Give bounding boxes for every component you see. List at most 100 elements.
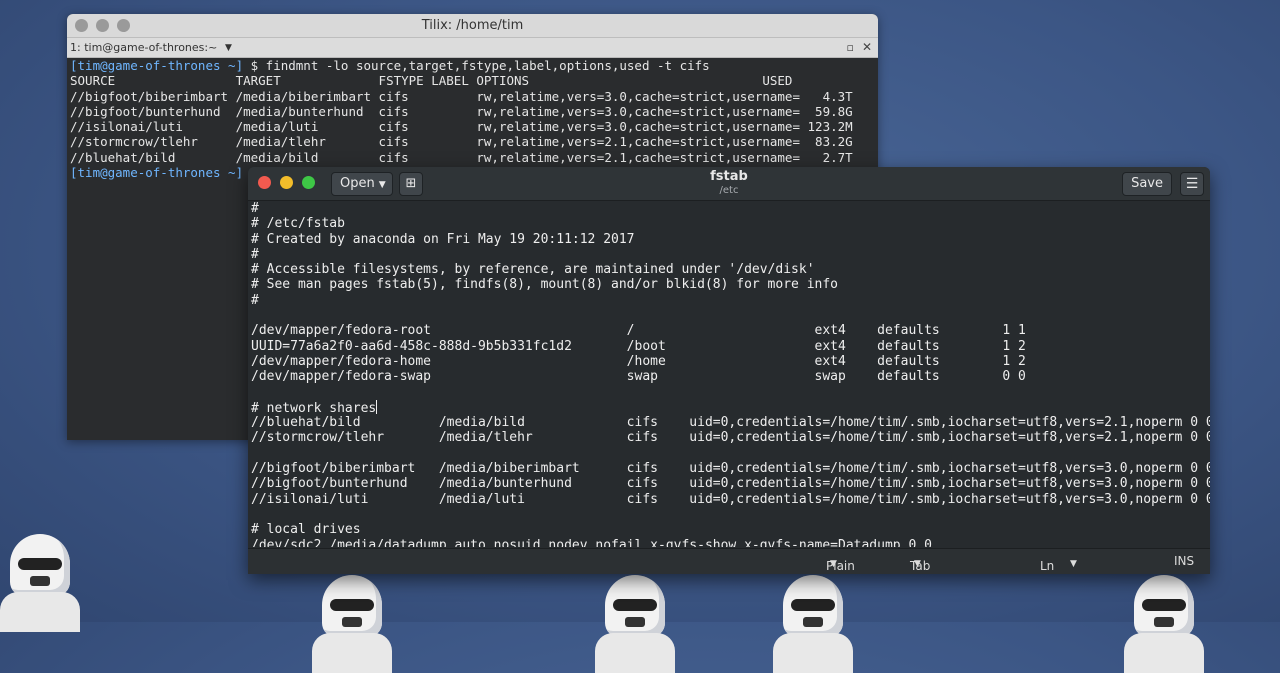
session-title[interactable]: 1: tim@game-of-thrones:~ bbox=[70, 41, 217, 54]
editor-line-text: //bluehat/bild /media/bild cifs uid=0,cr… bbox=[251, 415, 1210, 431]
editor-line: //bluehat/bild /media/bild cifs uid=0,cr… bbox=[251, 415, 1210, 430]
editor-line: //bigfoot/bunterhund /media/bunterhund c… bbox=[251, 476, 1210, 491]
stormtrooper-decoration bbox=[312, 575, 392, 673]
editor-line: # /etc/fstab bbox=[251, 216, 1210, 231]
shell-prompt: [tim@game-of-thrones ~] bbox=[70, 58, 244, 73]
editor-line-text: # Accessible filesystems, by reference, … bbox=[251, 262, 815, 278]
stormtrooper-decoration bbox=[595, 575, 675, 673]
terminal-line-text: //bigfoot/biberimbart /media/biberimbart… bbox=[70, 88, 853, 104]
document-path: /etc bbox=[719, 185, 739, 196]
terminal-line: //bluehat/bild /media/bild cifs rw,relat… bbox=[70, 150, 875, 165]
editor-line-text: # bbox=[251, 292, 259, 308]
editor-line: /dev/sdc2 /media/datadump auto nosuid,no… bbox=[251, 538, 1210, 547]
cursor-position-label: Ln 14, Col 17 bbox=[1040, 559, 1059, 574]
terminal-line: //bigfoot/bunterhund /media/bunterhund c… bbox=[70, 104, 875, 119]
editor-line: /dev/mapper/fedora-swap swap swap defaul… bbox=[251, 369, 1210, 384]
terminal-line-text: //stormcrow/tlehr /media/tlehr cifs rw,r… bbox=[70, 134, 853, 150]
editor-line: /dev/mapper/fedora-root / ext4 defaults … bbox=[251, 323, 1210, 338]
gedit-headerbar[interactable]: Open ▼ ⊞ fstab /etc Save ☰ bbox=[248, 167, 1210, 201]
visor-shape bbox=[330, 599, 374, 611]
tilix-titlebar[interactable]: Tilix: /home/tim bbox=[67, 14, 878, 38]
editor-line-text: UUID=77a6a2f0-aa6d-458c-888d-9b5b331fc1d… bbox=[251, 338, 1026, 354]
mouth-shape bbox=[625, 617, 645, 627]
text-editor[interactable]: # # /etc/fstab # Created by anaconda on Fr… bbox=[248, 201, 1210, 547]
visor-shape bbox=[613, 599, 657, 611]
tilix-window-title: Tilix: /home/tim bbox=[421, 18, 524, 33]
editor-line-text: # /etc/fstab bbox=[251, 216, 345, 232]
hamburger-icon: ☰ bbox=[1185, 176, 1199, 192]
stormtrooper-decoration bbox=[773, 575, 853, 673]
terminal-line-text: SOURCE TARGET FSTYPE LABEL OPTIONS USED bbox=[70, 73, 793, 89]
insert-mode-indicator[interactable]: INS bbox=[1174, 554, 1194, 568]
save-button[interactable]: Save bbox=[1122, 172, 1172, 196]
editor-line: UUID=77a6a2f0-aa6d-458c-888d-9b5b331fc1d… bbox=[251, 339, 1210, 354]
editor-line: # Accessible filesystems, by reference, … bbox=[251, 262, 1210, 277]
body-shape bbox=[312, 633, 392, 673]
editor-line-text: /dev/mapper/fedora-root / ext4 defaults … bbox=[251, 323, 1026, 339]
terminal-line: //bigfoot/biberimbart /media/biberimbart… bbox=[70, 89, 875, 104]
editor-line: //bigfoot/biberimbart /media/biberimbart… bbox=[251, 461, 1210, 476]
mouth-shape bbox=[30, 576, 50, 586]
editor-line-text: /dev/mapper/fedora-swap swap swap defaul… bbox=[251, 369, 1026, 385]
terminal-line: //stormcrow/tlehr /media/tlehr cifs rw,r… bbox=[70, 134, 875, 149]
status-bar: Plain Text▼ Tab Width: 8▼ Ln 14, Col 17▼… bbox=[248, 548, 1210, 574]
editor-line-text: # Created by anaconda on Fri May 19 20:1… bbox=[251, 231, 635, 247]
editor-line-text: /dev/mapper/fedora-home /home ext4 defau… bbox=[251, 353, 1026, 369]
editor-line: # bbox=[251, 293, 1210, 308]
editor-line: # See man pages fstab(5), findfs(8), mou… bbox=[251, 277, 1210, 292]
gedit-window[interactable]: Open ▼ ⊞ fstab /etc Save ☰ # # /etc/fstab #… bbox=[248, 167, 1210, 574]
document-title: fstab bbox=[710, 169, 748, 184]
editor-line-text: # bbox=[251, 246, 259, 262]
editor-line-text: //stormcrow/tlehr /media/tlehr cifs uid=… bbox=[251, 430, 1210, 446]
hamburger-menu-button[interactable]: ☰ bbox=[1180, 172, 1204, 196]
chevron-down-icon: ▼ bbox=[830, 559, 837, 569]
visor-shape bbox=[18, 558, 62, 570]
visor-shape bbox=[1142, 599, 1186, 611]
chevron-down-icon: ▼ bbox=[1070, 559, 1077, 569]
editor-line: # Created by anaconda on Fri May 19 20:1… bbox=[251, 232, 1210, 247]
body-shape bbox=[0, 592, 80, 632]
maximize-terminal-icon[interactable]: ▫ bbox=[847, 41, 854, 54]
editor-line: # bbox=[251, 201, 1210, 216]
terminal-line-text: //bigfoot/bunterhund /media/bunterhund c… bbox=[70, 103, 853, 119]
terminal-line: //isilonai/luti /media/luti cifs rw,rela… bbox=[70, 119, 875, 134]
terminal-line-text: //isilonai/luti /media/luti cifs rw,rela… bbox=[70, 119, 853, 135]
editor-line: //isilonai/luti /media/luti cifs uid=0,c… bbox=[251, 492, 1210, 507]
chevron-down-icon: ▼ bbox=[914, 559, 921, 569]
mouth-shape bbox=[1154, 617, 1174, 627]
editor-line: # network shares bbox=[251, 399, 1210, 416]
editor-line: /dev/mapper/fedora-home /home ext4 defau… bbox=[251, 354, 1210, 369]
editor-line-text: //bigfoot/bunterhund /media/bunterhund c… bbox=[251, 476, 1210, 492]
terminal-line-text: //bluehat/bild /media/bild cifs rw,relat… bbox=[70, 149, 853, 165]
stormtrooper-decoration bbox=[0, 534, 80, 632]
editor-line: # bbox=[251, 247, 1210, 262]
editor-line-text: # local drives bbox=[251, 522, 361, 538]
editor-line-text: //bigfoot/biberimbart /media/biberimbart… bbox=[251, 461, 1210, 477]
text-cursor bbox=[376, 399, 378, 414]
mouth-shape bbox=[803, 617, 823, 627]
body-shape bbox=[595, 633, 675, 673]
editor-line-text: # bbox=[251, 201, 259, 216]
editor-line: # local drives bbox=[251, 522, 1210, 537]
editor-line-text: # See man pages fstab(5), findfs(8), mou… bbox=[251, 277, 838, 293]
editor-line-text: /dev/sdc2 /media/datadump auto nosuid,no… bbox=[251, 537, 932, 547]
terminal-line: [tim@game-of-thrones ~] $ findmnt -lo so… bbox=[70, 58, 875, 73]
chevron-down-icon[interactable]: ▼ bbox=[225, 43, 232, 53]
body-shape bbox=[773, 633, 853, 673]
stormtrooper-decoration bbox=[1124, 575, 1204, 673]
editor-line-text: # network shares bbox=[251, 400, 377, 416]
mouth-shape bbox=[342, 617, 362, 627]
visor-shape bbox=[791, 599, 835, 611]
shell-prompt: [tim@game-of-thrones ~] bbox=[70, 165, 244, 181]
body-shape bbox=[1124, 633, 1204, 673]
editor-line: //stormcrow/tlehr /media/tlehr cifs uid=… bbox=[251, 430, 1210, 445]
close-terminal-icon[interactable]: ✕ bbox=[862, 40, 872, 54]
terminal-line-text: $ findmnt -lo source,target,fstype,label… bbox=[243, 58, 710, 73]
editor-line-text: //isilonai/luti /media/luti cifs uid=0,c… bbox=[251, 491, 1210, 507]
terminal-line: SOURCE TARGET FSTYPE LABEL OPTIONS USED bbox=[70, 73, 875, 88]
tilix-session-bar: 1: tim@game-of-thrones:~ ▼ ▫ ✕ bbox=[67, 38, 878, 58]
